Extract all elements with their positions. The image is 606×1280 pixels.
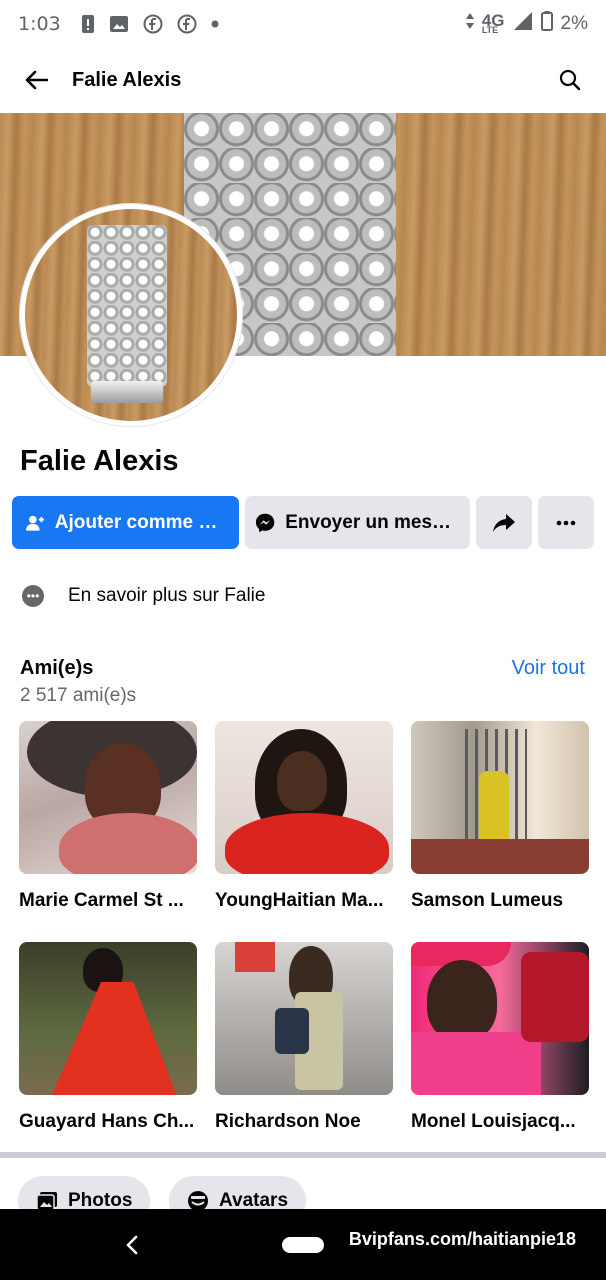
facebook-notification-icon xyxy=(143,14,163,34)
friend-card[interactable]: Richardson Noe xyxy=(215,942,393,1133)
profile-avatar[interactable] xyxy=(20,204,242,426)
friend-photo xyxy=(215,721,393,874)
status-right: 4G LTE 2% xyxy=(465,10,588,37)
friend-card[interactable]: Monel Louisjacq... xyxy=(411,942,589,1133)
info-icon: ••• xyxy=(22,585,44,607)
profile-name: Falie Alexis xyxy=(20,445,179,477)
friends-title: Ami(e)s xyxy=(20,657,94,679)
friend-name: Samson Lumeus xyxy=(411,890,564,911)
add-friend-icon xyxy=(26,515,44,531)
share-button[interactable] xyxy=(476,496,532,549)
sim-alert-icon xyxy=(81,14,95,34)
avatar-lamp xyxy=(87,225,167,387)
battery-icon xyxy=(540,11,553,37)
back-button[interactable] xyxy=(20,64,52,96)
photos-icon xyxy=(36,1192,57,1211)
messenger-icon xyxy=(255,513,275,532)
friend-name: YoungHaitian Ma... xyxy=(215,890,384,911)
see-all-friends-link[interactable]: Voir tout xyxy=(512,657,585,680)
friend-card[interactable]: Marie Carmel St ... xyxy=(19,721,197,912)
friend-photo xyxy=(19,942,197,1095)
about-link[interactable]: ••• En savoir plus sur Falie xyxy=(22,585,265,607)
avatar-lamp-base xyxy=(91,381,163,403)
more-icon xyxy=(556,520,576,525)
friend-name: Guayard Hans Ch... xyxy=(19,1111,195,1132)
share-icon xyxy=(493,513,515,532)
more-notifications-dot-icon xyxy=(211,20,219,28)
friend-card[interactable]: Guayard Hans Ch... xyxy=(19,942,197,1133)
friend-name: Monel Louisjacq... xyxy=(411,1111,576,1132)
friend-name: Marie Carmel St ... xyxy=(19,890,184,911)
send-message-button[interactable]: Envoyer un message xyxy=(245,496,470,549)
back-arrow-icon xyxy=(25,70,48,90)
gallery-icon xyxy=(109,15,129,33)
nav-home-button[interactable] xyxy=(282,1237,324,1253)
data-arrows-icon xyxy=(465,13,474,35)
send-message-label: Envoyer un message xyxy=(285,511,460,533)
about-label: En savoir plus sur Falie xyxy=(68,585,266,606)
status-bar: 1:03 4G LTE 2% xyxy=(0,0,606,48)
friend-photo xyxy=(411,721,589,874)
nav-back-button[interactable] xyxy=(118,1229,146,1261)
network-type: 4G LTE xyxy=(481,10,505,36)
search-icon xyxy=(559,69,581,91)
facebook-notification-icon-2 xyxy=(177,14,197,34)
more-button[interactable] xyxy=(538,496,594,549)
status-time: 1:03 xyxy=(18,13,61,35)
friend-card[interactable]: YoungHaitian Ma... xyxy=(215,721,393,912)
add-friend-button[interactable]: Ajouter comme ami(e) xyxy=(12,496,239,549)
friend-name: Richardson Noe xyxy=(215,1111,361,1132)
add-friend-label: Ajouter comme ami(e) xyxy=(54,511,225,533)
friends-count: 2 517 ami(e)s xyxy=(20,685,137,706)
profile-actions: Ajouter comme ami(e) Envoyer un message xyxy=(12,496,596,549)
search-button[interactable] xyxy=(554,64,586,96)
watermark-text: Bvipfans.com/haitianpie18 xyxy=(348,1229,576,1249)
friend-photo xyxy=(19,721,197,874)
friend-photo xyxy=(215,942,393,1095)
app-title: Falie Alexis xyxy=(72,68,182,91)
friend-card[interactable]: Samson Lumeus xyxy=(411,721,589,912)
nav-back-icon xyxy=(126,1235,138,1255)
section-divider xyxy=(0,1152,606,1158)
system-nav-bar: Bvipfans.com/haitianpie18 xyxy=(0,1209,606,1280)
friend-photo xyxy=(411,942,589,1095)
battery-percent: 2% xyxy=(560,13,588,34)
app-bar: Falie Alexis xyxy=(0,48,606,112)
signal-icon xyxy=(513,11,533,37)
